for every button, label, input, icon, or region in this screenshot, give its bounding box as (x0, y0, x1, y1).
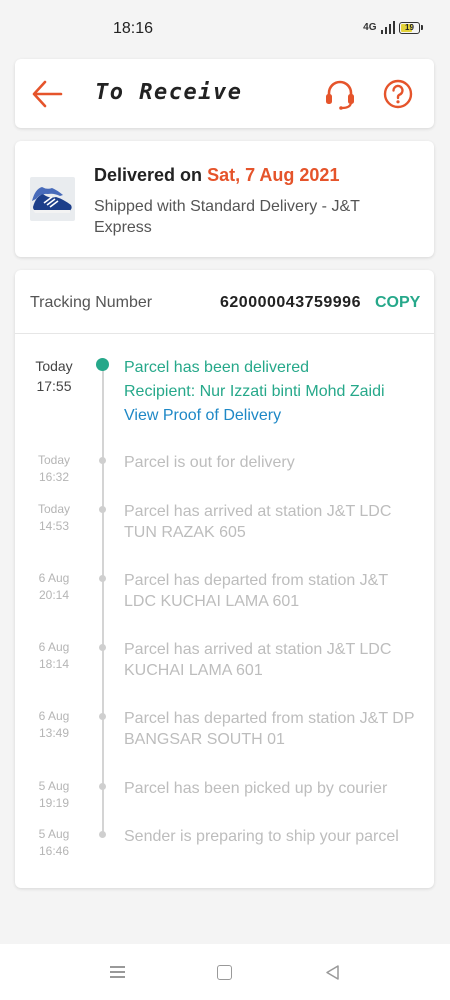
event-text: Parcel has departed from station J&T DP … (124, 710, 415, 748)
event-day: 6 Aug (38, 709, 70, 723)
event-text: Parcel has arrived at station J&T LDC TU… (124, 503, 392, 541)
status-bar: 18:16 4G 19 (0, 0, 450, 56)
event-text: Parcel has been delivered Recipient: Nur… (124, 356, 424, 428)
system-nav-bar (0, 944, 450, 1000)
customer-support-button[interactable] (323, 79, 357, 111)
event-time: 13:49 (38, 726, 70, 740)
event-dot (99, 644, 106, 651)
event-day: 5 Aug (38, 827, 70, 841)
event-recipient: Recipient: Nur Izzati binti Mohd Zaidi (124, 383, 385, 400)
event-dot (99, 457, 106, 464)
delivery-status: Delivered on Sat, 7 Aug 2021 (94, 165, 339, 186)
event-dot (99, 783, 106, 790)
battery-level: 19 (405, 23, 414, 32)
network-type: 4G (363, 21, 377, 33)
event-text: Parcel has arrived at station J&T LDC KU… (124, 641, 392, 679)
event-text: Parcel has been picked up by courier (124, 780, 388, 797)
event-day: 6 Aug (38, 571, 70, 585)
event-text: Parcel has departed from station J&T LDC… (124, 572, 388, 610)
shoe-image (30, 177, 75, 221)
event-time: 20:14 (38, 588, 70, 602)
tracking-label: Tracking Number (30, 294, 153, 311)
event-time: 16:32 (38, 470, 70, 484)
event-date: 6 Aug 13:49 (30, 708, 78, 742)
event-date: Today 16:32 (30, 452, 78, 486)
square-home-icon[interactable] (217, 965, 232, 980)
event-dot (99, 713, 106, 720)
event-date: 6 Aug 18:14 (30, 639, 78, 673)
event-dot (99, 831, 106, 838)
help-button[interactable] (383, 79, 413, 109)
event-time: 18:14 (38, 657, 70, 671)
event-day: 6 Aug (38, 640, 70, 654)
event-time: 16:46 (38, 844, 70, 858)
event-date: 5 Aug 19:19 (30, 778, 78, 812)
product-thumbnail[interactable] (30, 177, 75, 221)
battery-icon: 19 (399, 21, 423, 34)
status-icons: 4G 19 (363, 21, 423, 34)
shipping-info: Shipped with Standard Delivery - J&T Exp… (94, 198, 360, 236)
event-date: 6 Aug 20:14 (30, 570, 78, 604)
header-bar: To Receive (15, 59, 434, 128)
tracking-card: Tracking Number 620000043759996 COPY Tod… (15, 270, 434, 888)
triangle-back-icon[interactable] (324, 964, 340, 981)
event-day: Today (37, 453, 71, 467)
event-date: Today 17:55 (28, 356, 80, 396)
event-date: 5 Aug 16:46 (30, 826, 78, 860)
event-time: 19:19 (38, 796, 70, 810)
question-circle-icon (383, 79, 413, 109)
event-day: Today (37, 502, 71, 516)
copy-button[interactable]: COPY (375, 294, 420, 312)
tracking-number: 620000043759996 (220, 294, 361, 311)
event-dot (99, 575, 106, 582)
event-dot (96, 358, 109, 371)
headset-icon (326, 80, 354, 110)
page-title: To Receive (95, 80, 243, 105)
back-button[interactable] (31, 79, 63, 109)
event-time: 14:53 (38, 519, 70, 533)
status-time: 18:16 (113, 20, 154, 37)
delivery-prefix: Delivered on (94, 165, 203, 185)
event-dot (99, 506, 106, 513)
event-day: 5 Aug (38, 779, 70, 793)
menu-icon[interactable] (110, 966, 125, 978)
event-date: Today 14:53 (30, 501, 78, 535)
event-status: Parcel has been delivered (124, 359, 310, 376)
event-day: Today (35, 358, 73, 374)
arrow-left-icon (32, 80, 63, 108)
tracking-number-row: Tracking Number 620000043759996 COPY (15, 270, 434, 334)
proof-of-delivery-link[interactable]: View Proof of Delivery (124, 404, 424, 428)
signal-icon (380, 21, 395, 34)
event-text: Parcel is out for delivery (124, 454, 295, 471)
timeline-line (102, 364, 104, 832)
delivery-date: Sat, 7 Aug 2021 (207, 165, 340, 185)
event-text: Sender is preparing to ship your parcel (124, 828, 399, 845)
event-time: 17:55 (36, 378, 72, 394)
delivery-summary-card: Delivered on Sat, 7 Aug 2021 Shipped wit… (15, 141, 434, 257)
